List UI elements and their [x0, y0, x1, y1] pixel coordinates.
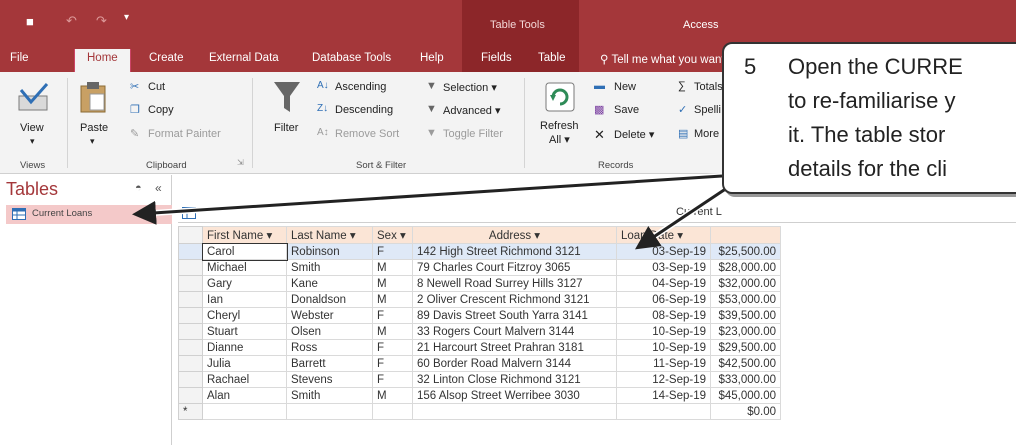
callout-line-2: to re-familiarise y	[788, 88, 956, 113]
step-number: 5	[744, 54, 757, 79]
arrow-to-table	[635, 184, 731, 250]
callout-line-4: details for the cli	[788, 156, 947, 181]
callout-line-3: it. The table stor	[788, 122, 946, 147]
arrow-to-nav-item	[132, 174, 723, 225]
instruction-callout: 5 Open the CURRE to re-familiarise y it.…	[722, 42, 1016, 194]
callout-line-1: Open the CURRE	[788, 54, 963, 79]
